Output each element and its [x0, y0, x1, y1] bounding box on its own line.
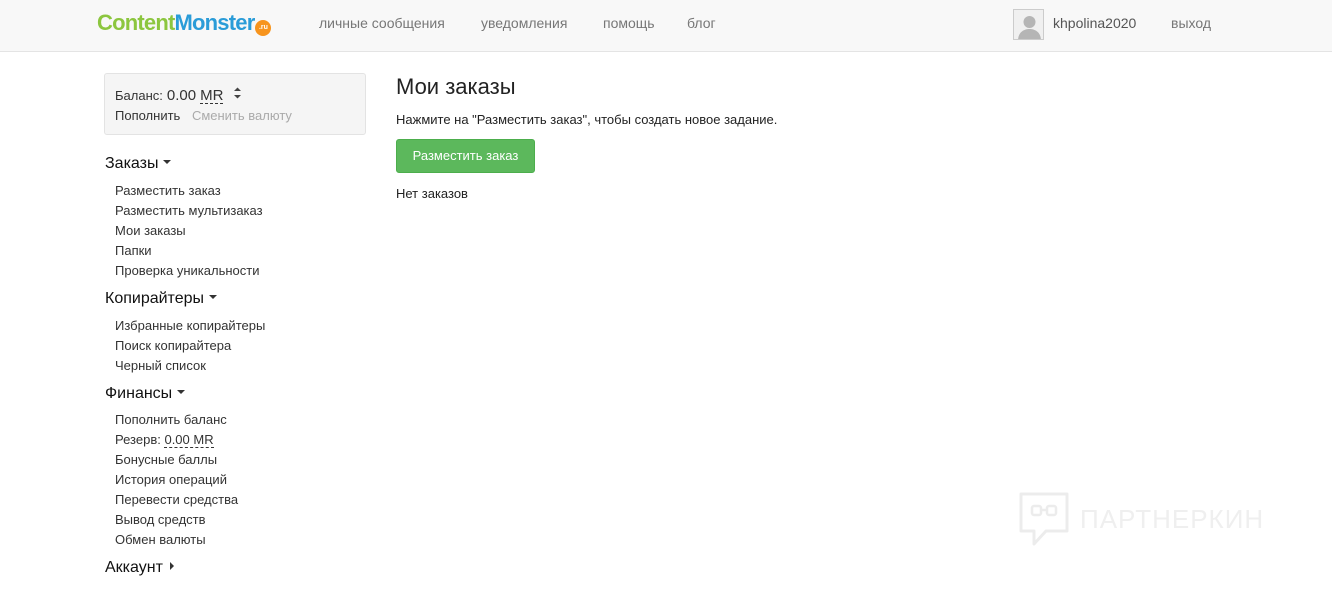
menu-heading-copywriters-label: Копирайтеры	[105, 290, 204, 307]
currency-swap-icon[interactable]	[233, 87, 242, 101]
menu-item-bonus-points[interactable]: Бонусные баллы	[115, 452, 217, 467]
place-order-button[interactable]: Разместить заказ	[396, 139, 535, 173]
menu-item-topup-balance[interactable]: Пополнить баланс	[115, 412, 227, 427]
balance-line: Баланс: 0.00 MR	[115, 87, 242, 104]
reserve-label: Резерв:	[115, 432, 161, 447]
partnerkin-logo-icon	[1019, 492, 1069, 546]
top-navbar: Content Monster .ru личные сообщения уведо…	[0, 0, 1332, 52]
menu-heading-orders-label: Заказы	[105, 155, 159, 172]
menu-heading-finance[interactable]: Финансы	[105, 385, 186, 403]
balance-amount: 0.00	[166, 87, 197, 104]
nav-link-messages[interactable]: личные сообщения	[319, 15, 445, 31]
partnerkin-watermark: ПАРТНЕРКИН	[1018, 491, 1264, 547]
menu-item-uniqueness-check[interactable]: Проверка уникальности	[115, 263, 259, 278]
menu-item-blacklist[interactable]: Черный список	[115, 358, 206, 373]
page-title: Мои заказы	[396, 74, 516, 99]
create-order-hint: Нажмите на "Разместить заказ", чтобы соз…	[396, 112, 778, 127]
menu-item-withdraw-funds[interactable]: Вывод средств	[115, 512, 206, 527]
empty-orders-text: Нет заказов	[396, 186, 468, 201]
logo-text-content: Content	[97, 10, 175, 35]
menu-heading-account[interactable]: Аккаунт	[105, 559, 174, 577]
menu-item-operations-history[interactable]: История операций	[115, 472, 227, 487]
balance-currency[interactable]: MR	[200, 88, 224, 104]
nav-link-blog[interactable]: блог	[687, 15, 716, 31]
topup-link[interactable]: Пополнить	[115, 108, 180, 123]
balance-actions: Пополнить Сменить валюту	[115, 108, 292, 123]
contentmonster-logo[interactable]: Content Monster .ru	[97, 10, 272, 38]
menu-item-transfer-funds[interactable]: Перевести средства	[115, 492, 238, 507]
balance-panel: Баланс: 0.00 MR Пополнить Сменить валюту	[104, 73, 366, 135]
menu-item-reserve: Резерв: 0.00 MR	[115, 432, 214, 448]
menu-heading-copywriters[interactable]: Копирайтеры	[105, 290, 217, 308]
menu-item-favorite-copywriters[interactable]: Избранные копирайтеры	[115, 318, 265, 333]
nav-link-notifications[interactable]: уведомления	[481, 15, 567, 31]
logo-text-monster: Monster	[174, 10, 256, 35]
reserve-value[interactable]: 0.00 MR	[164, 432, 214, 448]
menu-heading-account-label: Аккаунт	[105, 559, 163, 576]
menu-item-find-copywriter[interactable]: Поиск копирайтера	[115, 338, 231, 353]
username-link[interactable]: khpolina2020	[1053, 15, 1136, 31]
menu-item-folders[interactable]: Папки	[115, 243, 152, 258]
caret-down-icon	[163, 159, 172, 164]
menu-heading-orders[interactable]: Заказы	[105, 155, 172, 173]
menu-item-my-orders[interactable]: Мои заказы	[115, 223, 186, 238]
caret-down-icon	[177, 389, 186, 394]
logout-link[interactable]: выход	[1171, 15, 1211, 31]
menu-item-place-multiorder[interactable]: Разместить мультизаказ	[115, 203, 263, 218]
nav-link-help[interactable]: помощь	[603, 15, 655, 31]
change-currency-link[interactable]: Сменить валюту	[192, 108, 292, 123]
user-avatar-icon[interactable]	[1013, 9, 1044, 40]
caret-right-icon	[169, 561, 174, 570]
menu-item-currency-exchange[interactable]: Обмен валюты	[115, 532, 206, 547]
watermark-text: ПАРТНЕРКИН	[1080, 503, 1265, 534]
logo-badge-ru: .ru	[255, 20, 272, 36]
balance-label: Баланс:	[115, 88, 163, 103]
menu-heading-finance-label: Финансы	[105, 385, 173, 402]
menu-item-place-order[interactable]: Разместить заказ	[115, 183, 221, 198]
caret-down-icon	[209, 294, 217, 299]
